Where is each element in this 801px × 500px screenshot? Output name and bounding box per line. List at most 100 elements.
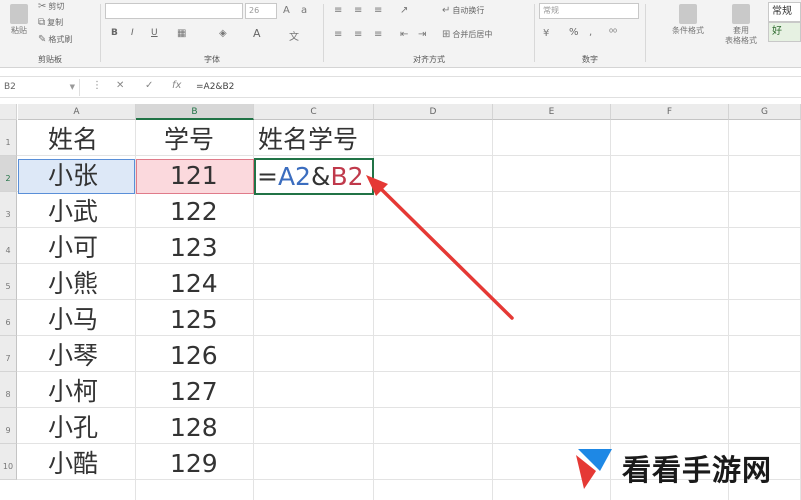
cell-id[interactable]: 121 <box>170 158 250 194</box>
more-options-icon: ⋮ <box>92 80 102 91</box>
column-header-g[interactable]: G <box>729 104 801 120</box>
font-group-label: 字体 <box>204 55 220 64</box>
formula-bar: B2 ▼ ⋮ ✕ ✓ fx =A2&B2 <box>0 76 801 98</box>
row-header-8[interactable]: 8 <box>0 372 17 408</box>
font-name-select[interactable] <box>105 3 243 19</box>
row-header-3[interactable]: 3 <box>0 192 17 228</box>
row-header-9[interactable]: 9 <box>0 408 17 444</box>
row-header-6[interactable]: 6 <box>0 300 17 336</box>
column-header-e[interactable]: E <box>493 104 611 120</box>
bold-button[interactable]: B <box>111 28 118 38</box>
cell-name[interactable]: 小琴 <box>48 338 128 374</box>
cell-id[interactable]: 125 <box>170 302 250 338</box>
row-gridline <box>17 263 801 264</box>
font-color-button[interactable]: A <box>253 27 261 40</box>
number-group: 常规 ¥ % , ⁰⁰ 数字 <box>535 0 645 68</box>
cell-name[interactable]: 小可 <box>48 230 128 266</box>
conditional-format-button[interactable]: 条件格式 <box>666 4 710 36</box>
header-id[interactable]: 学号 <box>164 122 244 158</box>
column-header-d[interactable]: D <box>374 104 493 120</box>
merge-icon: ⊞ <box>442 29 451 40</box>
cell-id[interactable]: 127 <box>170 374 250 410</box>
row-gridline <box>17 371 801 372</box>
align-right-icon: ≡ <box>374 29 383 40</box>
row-header-4[interactable]: 4 <box>0 228 17 264</box>
currency-button[interactable]: ¥ <box>543 28 549 39</box>
paint-bucket-icon: ◈ <box>219 28 227 39</box>
cell-id[interactable]: 128 <box>170 410 250 446</box>
conditional-format-icon <box>679 4 697 24</box>
column-header-b[interactable]: B <box>136 104 254 120</box>
header-name[interactable]: 姓名 <box>48 122 128 158</box>
row-header-1[interactable]: 1 <box>0 120 17 156</box>
align-left-icon: ≡ <box>334 29 343 40</box>
merge-center-button[interactable]: ⊞ 合并后居中 <box>442 29 492 40</box>
paste-button[interactable]: 粘贴 <box>6 4 32 36</box>
wrap-text-button[interactable]: ↵ 自动换行 <box>442 5 484 16</box>
decimal-button[interactable]: ⁰⁰ <box>609 28 617 39</box>
cell-c2-editing[interactable]: =A2&B2 <box>254 158 374 195</box>
cell-name[interactable]: 小柯 <box>48 374 128 410</box>
border-button[interactable]: ▦ <box>177 28 186 39</box>
align-top-button[interactable]: ≡ <box>334 5 342 16</box>
decrease-indent-button[interactable]: ⇤ <box>400 29 408 40</box>
underline-button[interactable]: U <box>151 28 158 38</box>
comma-button[interactable]: , <box>589 27 592 38</box>
column-header-a[interactable]: A <box>18 104 136 120</box>
percent-button[interactable]: % <box>569 27 579 38</box>
select-all-corner[interactable] <box>0 104 17 120</box>
cell-name[interactable]: 小熊 <box>48 266 128 302</box>
clipboard-group: 粘贴 ✂ 剪切 ⧉ 复制 ✎ 格式刷 剪贴板 <box>0 0 100 68</box>
row-gridline <box>17 227 801 228</box>
font-increase-icon: A <box>283 5 290 16</box>
phonetic-button[interactable]: 文 <box>289 28 299 43</box>
comma-icon: , <box>589 27 593 38</box>
increase-indent-button[interactable]: ⇥ <box>418 29 426 40</box>
align-bottom-button[interactable]: ≡ <box>374 5 382 16</box>
row-header-2[interactable]: 2 <box>0 156 17 192</box>
styles-group: 条件格式 套用 表格格式 常规 好 <box>646 0 801 68</box>
row-header-7[interactable]: 7 <box>0 336 17 372</box>
cell-id[interactable]: 122 <box>170 194 250 230</box>
font-size-select[interactable]: 26 <box>245 3 277 19</box>
cell-id[interactable]: 124 <box>170 266 250 302</box>
column-header-c[interactable]: C <box>254 104 374 120</box>
cut-button[interactable]: ✂ 剪切 <box>38 1 64 12</box>
number-group-label: 数字 <box>582 55 598 64</box>
cell-name[interactable]: 小武 <box>48 194 128 230</box>
decrease-font-button[interactable]: a <box>301 5 307 16</box>
format-painter-button[interactable]: ✎ 格式刷 <box>38 34 72 45</box>
cell-id[interactable]: 126 <box>170 338 250 374</box>
style-normal[interactable]: 常规 <box>768 2 801 22</box>
header-name-id[interactable]: 姓名学号 <box>258 122 358 158</box>
format-as-table-button[interactable]: 套用 表格格式 <box>718 4 764 46</box>
row-header-5[interactable]: 5 <box>0 264 17 300</box>
formula-input[interactable]: =A2&B2 <box>196 79 234 96</box>
orientation-icon: ↗ <box>400 5 409 16</box>
column-header-f[interactable]: F <box>611 104 729 120</box>
cell-id[interactable]: 123 <box>170 230 250 266</box>
row-header-10[interactable]: 10 <box>0 444 17 480</box>
cell-id[interactable]: 129 <box>170 446 250 482</box>
align-center-button[interactable]: ≡ <box>354 29 362 40</box>
align-left-button[interactable]: ≡ <box>334 29 342 40</box>
copy-button[interactable]: ⧉ 复制 <box>38 17 63 28</box>
insert-function-button[interactable]: fx <box>172 80 181 91</box>
align-right-button[interactable]: ≡ <box>374 29 382 40</box>
fill-color-button[interactable]: ◈ <box>219 28 227 39</box>
cell-name[interactable]: 小酷 <box>48 446 128 482</box>
number-format-select[interactable]: 常规 <box>539 3 639 19</box>
name-box[interactable]: B2 ▼ <box>2 79 80 96</box>
enter-button[interactable]: ✓ <box>145 80 153 91</box>
row-gridline <box>17 155 801 156</box>
cancel-button[interactable]: ✕ <box>116 80 124 91</box>
style-good[interactable]: 好 <box>768 22 801 42</box>
increase-font-button[interactable]: A <box>283 5 290 16</box>
ref-a2: A2 <box>277 162 311 191</box>
align-middle-button[interactable]: ≡ <box>354 5 362 16</box>
orientation-button[interactable]: ↗ <box>400 5 408 16</box>
italic-button[interactable]: I <box>131 28 134 38</box>
cell-name[interactable]: 小马 <box>48 302 128 338</box>
cell-name[interactable]: 小张 <box>48 158 128 194</box>
cell-name[interactable]: 小孔 <box>48 410 128 446</box>
